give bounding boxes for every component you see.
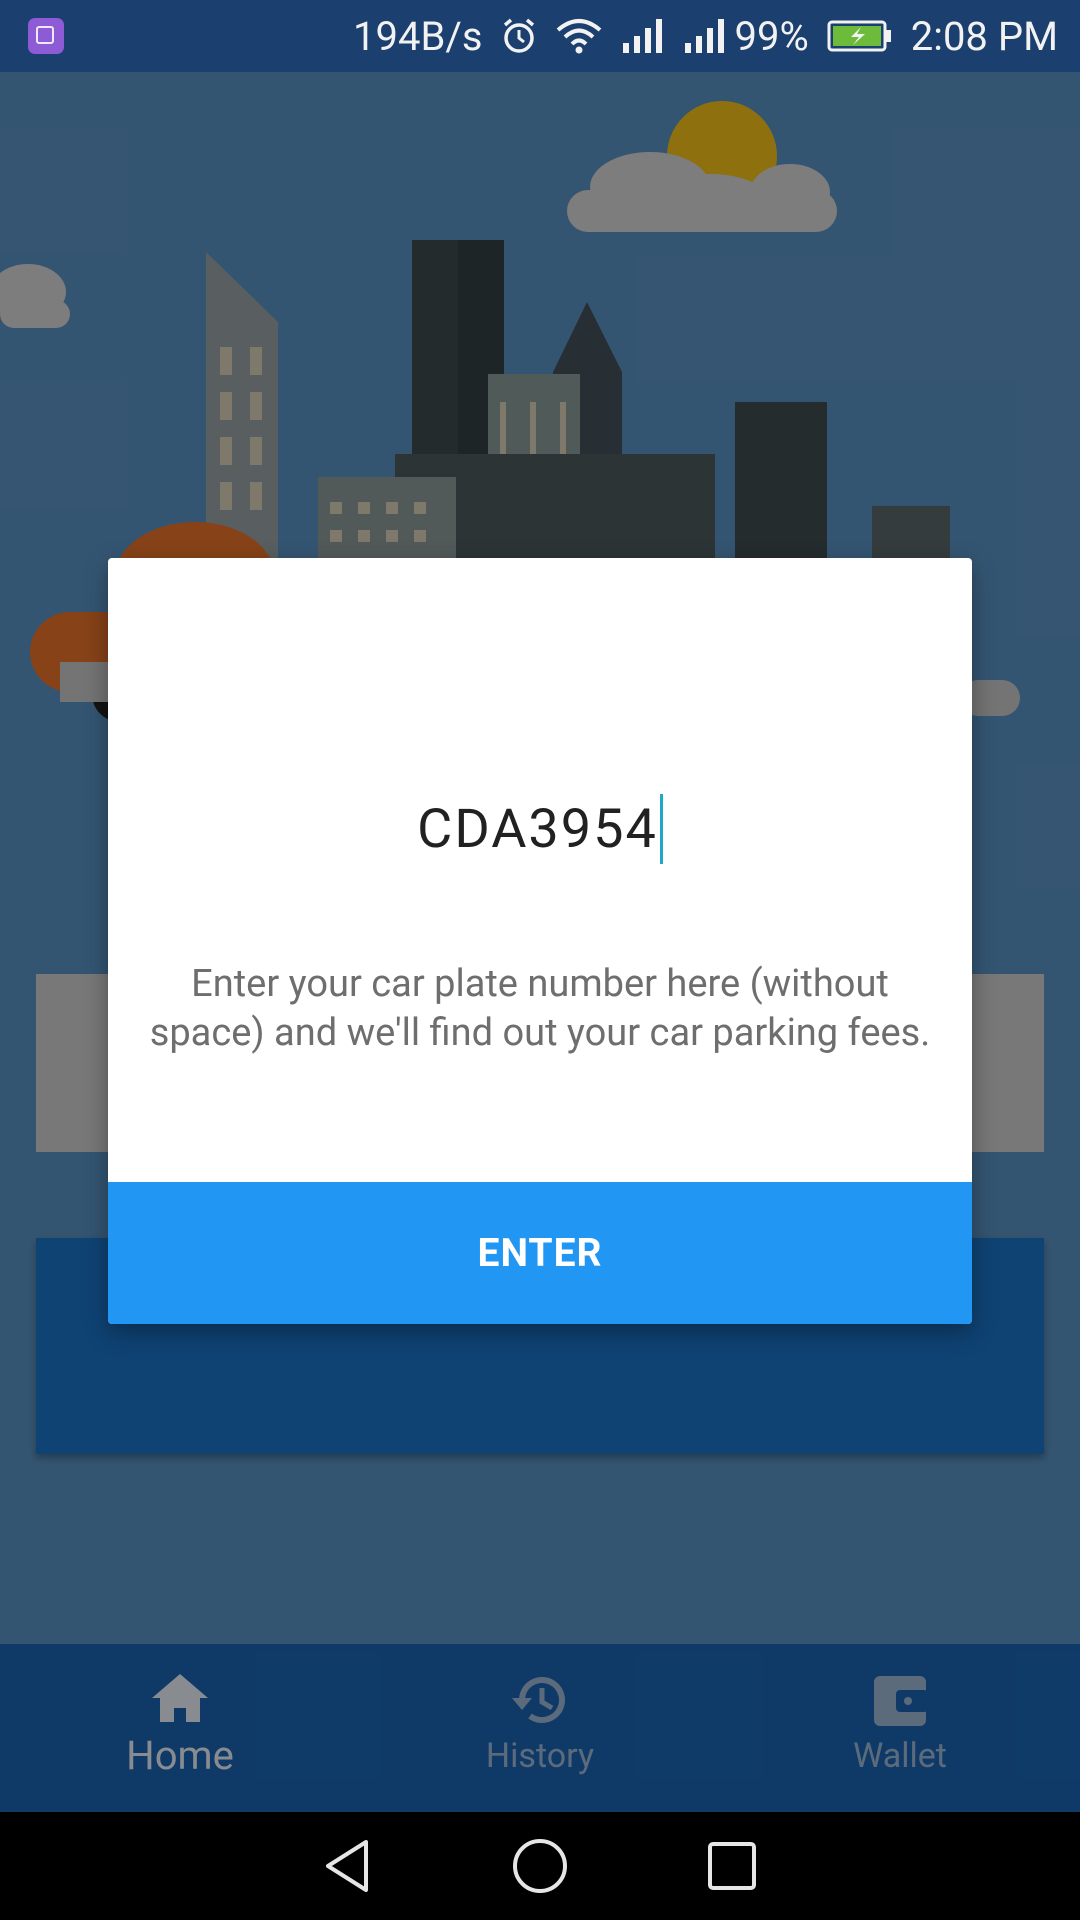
signal-icon — [622, 19, 662, 53]
enter-button[interactable]: ENTER — [108, 1182, 972, 1324]
network-speed: 194B/s — [353, 12, 483, 60]
plate-number-input[interactable]: CDA3954 — [168, 780, 912, 880]
signal-icon — [684, 19, 724, 53]
system-navigation-bar — [0, 1812, 1080, 1920]
recents-icon[interactable] — [702, 1836, 762, 1896]
battery-charging-icon — [827, 20, 891, 52]
wifi-icon — [556, 19, 601, 54]
clock: 2:08 PM — [910, 12, 1058, 60]
status-icons: 194B/s 99% 2:08 PM — [353, 13, 1058, 60]
gallery-app-icon — [28, 18, 64, 54]
plate-number-dialog: CDA3954 Enter your car plate number here… — [108, 558, 972, 1324]
alarm-icon — [503, 18, 534, 53]
plate-number-value: CDA3954 — [417, 798, 658, 861]
battery-percent: 99% — [734, 12, 809, 60]
home-circle-icon[interactable] — [510, 1836, 570, 1896]
status-bar: 194B/s 99% 2:08 PM — [0, 0, 1080, 72]
text-cursor — [659, 793, 663, 864]
back-icon[interactable] — [318, 1836, 378, 1896]
plate-hint-text: Enter your car plate number here (withou… — [149, 962, 931, 1055]
